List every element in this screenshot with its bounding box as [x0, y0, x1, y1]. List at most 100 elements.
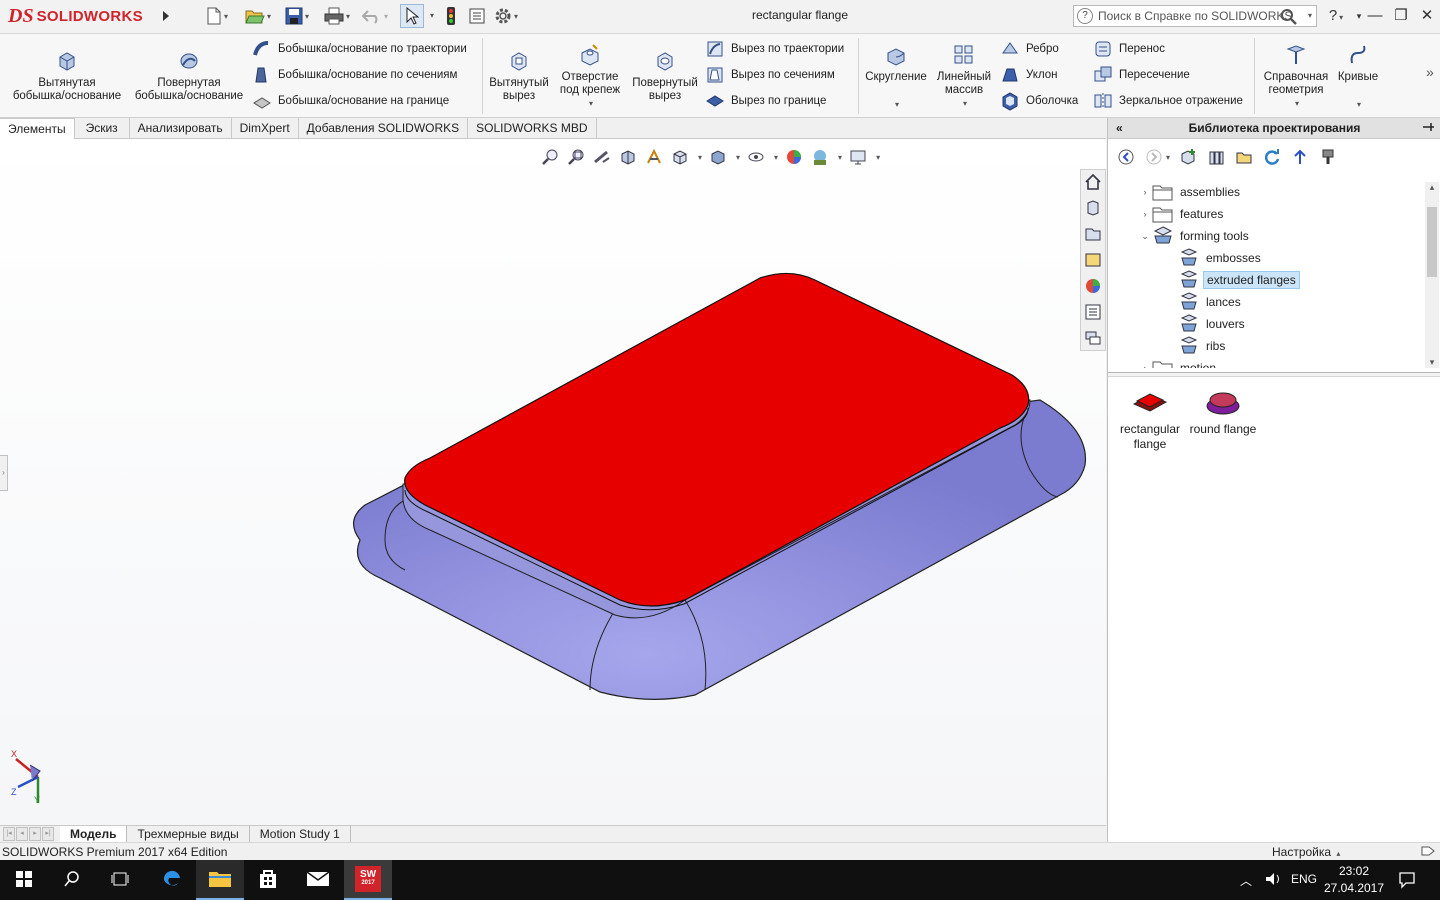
file-explorer-button[interactable] — [196, 860, 244, 900]
scrollbar-thumb[interactable] — [1427, 207, 1437, 277]
tab-model[interactable]: Модель — [60, 825, 128, 843]
solidworks-logo[interactable]: DS SOLIDWORKS — [8, 2, 153, 30]
action-center-icon[interactable] — [1398, 871, 1416, 892]
save-button[interactable]: ▾ — [285, 4, 309, 28]
file-properties-button[interactable] — [468, 4, 486, 28]
refresh-icon[interactable] — [1262, 147, 1282, 167]
lofted-cut-button[interactable]: Вырез по сечениям — [705, 65, 835, 85]
tree-item-lances[interactable]: lances — [1178, 291, 1244, 313]
hole-wizard-button[interactable]: Отверстие под крепеж ▾ — [554, 42, 626, 110]
extruded-cut-button[interactable]: Вытянутый вырез — [488, 48, 550, 103]
apply-scene-icon[interactable] — [810, 147, 830, 167]
tree-scrollbar[interactable]: ▴ ▾ — [1425, 182, 1439, 368]
task-view-button[interactable] — [96, 860, 144, 900]
boundary-boss-button[interactable]: Бобышка/основание на границе — [252, 91, 449, 111]
clock[interactable]: 23:02 27.04.2017 — [1322, 863, 1386, 897]
undo-button[interactable]: ▾ — [362, 4, 388, 28]
search-icon[interactable] — [1280, 8, 1298, 29]
display-style-dropdown-icon[interactable]: ▾ — [736, 153, 740, 162]
tab-solidworks-addins[interactable]: Добавления SOLIDWORKS — [299, 118, 469, 139]
design-library-icon[interactable] — [1081, 222, 1105, 246]
tab-solidworks-mbd[interactable]: SOLIDWORKS MBD — [468, 118, 597, 139]
expand-arrow-icon[interactable]: › — [1138, 187, 1152, 197]
extruded-boss-button[interactable]: Вытянутая бобышка/основание — [8, 48, 126, 103]
view-orientation-dropdown-icon[interactable]: ▾ — [698, 153, 702, 162]
next-tab-arrow-icon[interactable]: ▸ — [29, 827, 41, 841]
menu-expand-arrow-icon[interactable] — [158, 4, 174, 28]
revolved-boss-button[interactable]: Повернутая бобышка/основание — [130, 48, 248, 103]
tree-item-assemblies[interactable]: › assemblies — [1138, 181, 1243, 203]
show-hidden-icons-icon[interactable]: ︿ — [1240, 872, 1252, 889]
pane-splitter[interactable] — [1108, 372, 1440, 377]
add-to-library-icon[interactable] — [1178, 147, 1198, 167]
graphics-area[interactable]: ▾ ▾ ▾ ▾ ▾ › X Z Y — [0, 139, 1106, 825]
intersect-button[interactable]: Пересечение — [1093, 65, 1190, 85]
search-dropdown-icon[interactable]: ▾ — [1308, 11, 1312, 20]
shell-button[interactable]: Оболочка — [1000, 91, 1078, 111]
view-settings-icon[interactable] — [848, 147, 868, 167]
customize-button[interactable]: Настройка ▴ — [1272, 845, 1340, 859]
solidworks-resources-icon[interactable] — [1081, 196, 1105, 220]
pin-icon[interactable] — [1421, 120, 1435, 137]
draft-button[interactable]: Уклон — [1000, 65, 1058, 85]
hole-wizard-dropdown-icon[interactable]: ▾ — [589, 97, 593, 110]
last-tab-arrow-icon[interactable]: ▸| — [42, 827, 54, 841]
linear-pattern-button[interactable]: Линейный массив ▾ — [932, 42, 996, 110]
boundary-cut-button[interactable]: Вырез по границе — [705, 91, 826, 111]
print-button[interactable]: ▾ — [324, 4, 350, 28]
tree-item-louvers[interactable]: louvers — [1178, 313, 1248, 335]
start-button[interactable] — [0, 860, 48, 900]
mail-button[interactable] — [294, 860, 342, 900]
volume-icon[interactable] — [1264, 871, 1282, 890]
solidworks-taskbar-button[interactable]: SW 2017 — [344, 860, 392, 900]
tree-item-motion[interactable]: › motion — [1138, 357, 1219, 368]
minimize-button[interactable]: — — [1364, 6, 1386, 26]
custom-properties-icon[interactable] — [1081, 300, 1105, 324]
scroll-down-icon[interactable]: ▾ — [1425, 357, 1439, 368]
view-orientation-icon[interactable] — [670, 147, 690, 167]
forum-icon[interactable] — [1081, 326, 1105, 350]
swept-cut-button[interactable]: Вырез по траектории — [705, 39, 844, 59]
rib-button[interactable]: Ребро — [1000, 39, 1059, 59]
select-button[interactable] — [400, 4, 424, 28]
view-settings-dropdown-icon[interactable]: ▾ — [876, 153, 880, 162]
revolved-cut-button[interactable]: Повернутый вырез — [630, 48, 700, 103]
reference-geometry-dropdown-icon[interactable]: ▾ — [1295, 97, 1299, 110]
mirror-button[interactable]: Зеркальное отражение — [1093, 91, 1243, 111]
fillet-button[interactable]: Скругление ▾ — [862, 42, 930, 111]
tab-dimxpert[interactable]: DimXpert — [232, 118, 299, 139]
store-button[interactable] — [244, 860, 292, 900]
new-document-button[interactable]: ▾ — [206, 4, 228, 28]
zoom-to-fit-icon[interactable] — [540, 147, 560, 167]
appearances-icon[interactable] — [1081, 274, 1105, 298]
previous-view-icon[interactable] — [592, 147, 612, 167]
tree-item-features[interactable]: › features — [1138, 203, 1226, 225]
section-view-icon[interactable] — [618, 147, 638, 167]
tree-item-ribs[interactable]: ribs — [1178, 335, 1228, 357]
wrap-button[interactable]: Перенос — [1093, 39, 1165, 59]
edit-appearance-icon[interactable] — [784, 147, 804, 167]
feature-manager-collapse-handle[interactable]: › — [0, 455, 8, 491]
model-3d-view[interactable] — [340, 269, 1100, 709]
linear-pattern-dropdown-icon[interactable]: ▾ — [963, 97, 967, 110]
apply-scene-dropdown-icon[interactable]: ▾ — [838, 153, 842, 162]
tab-3d-views[interactable]: Трехмерные виды — [127, 825, 250, 843]
options-button[interactable]: ▾ — [494, 4, 518, 28]
open-button[interactable]: ▾ — [245, 4, 271, 28]
curves-button[interactable]: Кривые ▾ — [1334, 42, 1382, 111]
more-commands-button[interactable]: » — [1426, 64, 1434, 80]
select-dropdown-icon[interactable]: ▾ — [430, 11, 434, 20]
file-explorer-icon[interactable] — [1081, 248, 1105, 272]
fillet-dropdown-icon[interactable]: ▾ — [895, 98, 899, 111]
input-language[interactable]: ENG — [1291, 872, 1317, 886]
tree-item-extruded-flanges[interactable]: extruded flanges — [1178, 269, 1300, 291]
scroll-up-icon[interactable]: ▴ — [1425, 182, 1439, 193]
hide-show-items-icon[interactable] — [746, 147, 766, 167]
expand-arrow-icon[interactable]: › — [1138, 209, 1152, 219]
prev-tab-arrow-icon[interactable]: ◂ — [16, 827, 28, 841]
restore-button[interactable]: ❐ — [1390, 6, 1412, 26]
library-item-rectangular-flange[interactable]: rectangular flange — [1112, 386, 1188, 452]
tab-evaluate[interactable]: Анализировать — [130, 118, 232, 139]
tag-icon[interactable] — [1420, 844, 1436, 861]
add-file-location-icon[interactable] — [1206, 147, 1226, 167]
